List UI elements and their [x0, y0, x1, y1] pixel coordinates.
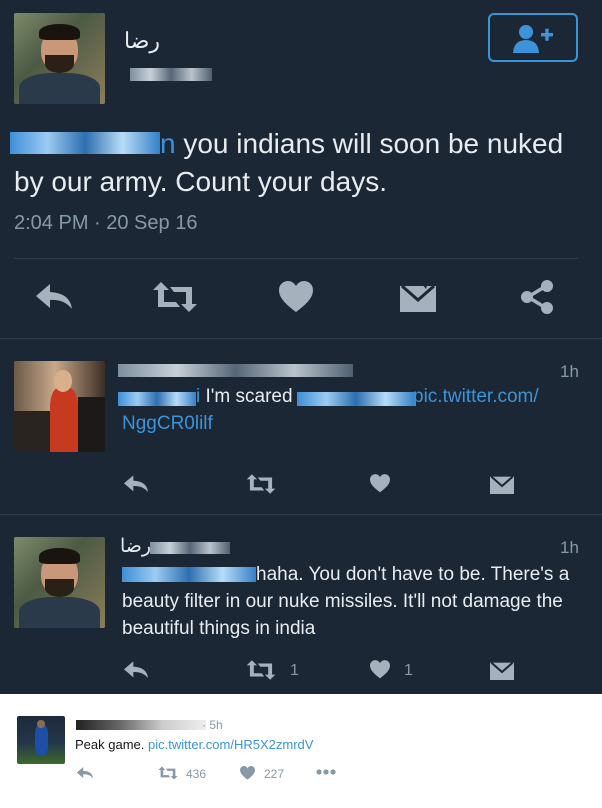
author-avatar[interactable] [14, 13, 105, 104]
reply-text-line3: beautiful things in india [122, 618, 316, 639]
tweet-detail-page: رضا n you indians will soon be nuked by … [0, 0, 602, 808]
reply-time[interactable]: 1h [560, 362, 579, 382]
reply-icon[interactable] [122, 474, 150, 494]
tweet-link[interactable]: pic.twitter.com/HR5X2zmrdV [148, 737, 313, 752]
reply-avatar[interactable] [14, 537, 105, 628]
reply-icon[interactable] [34, 282, 74, 312]
reply-link-part1[interactable]: pic.twitter.com/ [413, 386, 539, 408]
message-envelope-icon[interactable] [490, 474, 514, 494]
reply-icon[interactable] [122, 660, 150, 680]
reply-mention-redacted[interactable] [118, 392, 196, 406]
tweet-time[interactable]: · 5h [202, 718, 223, 732]
retweet-icon[interactable] [246, 474, 276, 494]
follow-button[interactable] [488, 13, 578, 62]
divider [0, 514, 602, 515]
tweet-timestamp[interactable]: 2:04 PM · 20 Sep 16 [14, 212, 197, 235]
like-heart-icon[interactable] [240, 766, 255, 780]
reply-author-redacted[interactable] [118, 364, 353, 377]
mention-tail[interactable]: n [160, 128, 176, 159]
timeline-tweet[interactable]: · 5h Peak game. pic.twitter.com/HR5X2zmr… [0, 694, 602, 808]
tweet-avatar[interactable] [17, 716, 65, 764]
tweet-author-redacted[interactable] [76, 720, 206, 730]
reply-text-line1: haha. You don't have to be. There's a [256, 564, 570, 585]
like-count: 1 [404, 662, 413, 679]
like-heart-icon[interactable] [370, 660, 390, 679]
reply-mention-redacted[interactable] [122, 567, 256, 582]
add-user-icon [512, 24, 556, 54]
mention-redacted[interactable] [10, 132, 160, 154]
main-tweet-text-line1: n you indians will soon be nuked [160, 128, 564, 159]
retweet-count: 1 [290, 662, 299, 679]
tweet-text: Peak game. pic.twitter.com/HR5X2zmrdV [75, 737, 314, 752]
message-envelope-icon[interactable] [400, 282, 436, 312]
reply-author-handle-redacted [150, 542, 230, 554]
retweet-icon[interactable] [158, 766, 178, 780]
author-name[interactable]: رضا [124, 28, 160, 54]
retweet-icon[interactable] [152, 282, 198, 312]
share-icon[interactable] [520, 280, 554, 314]
more-options-icon[interactable] [316, 768, 336, 776]
reply-time[interactable]: 1h [560, 538, 579, 558]
like-count: 227 [264, 767, 285, 781]
like-heart-icon[interactable] [370, 474, 390, 493]
reply-author-name[interactable]: رضا [120, 535, 151, 558]
reply-text-line1: i I'm scared [196, 386, 293, 407]
reply-avatar[interactable] [14, 361, 105, 452]
reply-link-redacted[interactable] [297, 392, 415, 406]
reply-link-part2[interactable]: NggCR0lilf [122, 413, 213, 435]
message-envelope-icon[interactable] [490, 660, 514, 680]
like-heart-icon[interactable] [279, 281, 313, 313]
author-handle-redacted [130, 68, 212, 81]
divider [14, 258, 578, 259]
reply-text-line2: beauty filter in our nuke missiles. It'l… [122, 591, 563, 612]
divider [0, 338, 602, 339]
reply-icon[interactable] [76, 766, 94, 780]
retweet-count: 436 [186, 767, 207, 781]
main-tweet-text-line2: by our army. Count your days. [14, 166, 387, 197]
retweet-icon[interactable] [246, 660, 276, 680]
